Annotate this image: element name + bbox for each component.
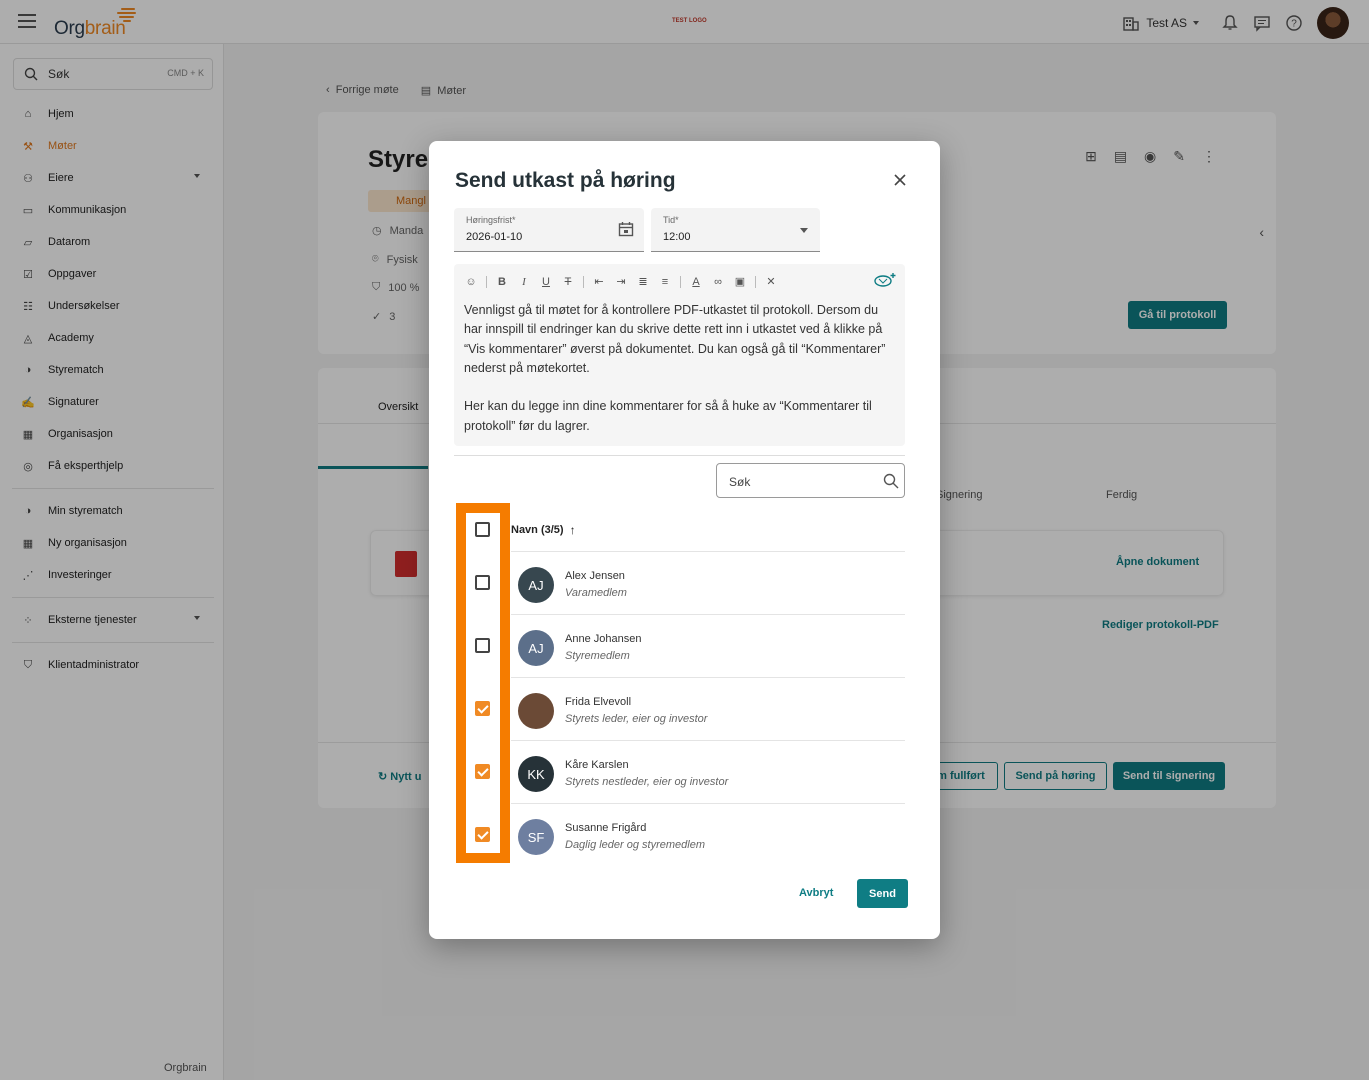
bullet-list-icon[interactable]: ≣ — [636, 275, 650, 289]
recipient-role: Styremedlem — [565, 650, 630, 662]
row-divider — [511, 803, 905, 804]
recipient-role: Styrets leder, eier og investor — [565, 713, 708, 725]
message-body: Vennligst gå til møtet for å kontrollere… — [464, 301, 899, 455]
message-paragraph-2: Her kan du legge inn dine kommentarer fo… — [464, 399, 872, 433]
underline-icon[interactable]: U — [539, 275, 553, 289]
recipient-name: Anne Johansen — [565, 633, 642, 645]
editor-toolbar: ☺ B I U T ⇤ ⇥ ≣ ≡ A ∞ ▣ ✕ — [464, 274, 778, 290]
deadline-field[interactable]: Høringsfrist* 2026-01-10 — [454, 208, 644, 252]
name-column-label: Navn (3/5) — [511, 524, 564, 536]
sort-up-icon: ↑ — [569, 523, 576, 537]
indent-icon[interactable]: ⇥ — [614, 275, 628, 289]
recipient-row[interactable]: KK Kåre Karslen Styrets nestleder, eier og… — [518, 756, 898, 796]
deadline-label: Høringsfrist* — [466, 215, 516, 225]
cancel-button[interactable]: Avbryt — [799, 887, 833, 899]
recipient-name: Frida Elvevoll — [565, 696, 632, 708]
recipient-checkbox[interactable] — [475, 827, 490, 842]
dialog-title: Send utkast på høring — [455, 169, 676, 192]
recipient-role: Varamedlem — [565, 587, 627, 599]
bold-icon[interactable]: B — [495, 275, 509, 289]
recipient-role: Styrets nestleder, eier og investor — [565, 776, 729, 788]
recipient-row[interactable]: Frida Elvevoll Styrets leder, eier og inv… — [518, 693, 898, 733]
recipient-row[interactable]: SF Susanne Frigård Daglig leder og styreme… — [518, 819, 898, 859]
link-icon[interactable]: ∞ — [711, 275, 725, 289]
recipient-name: Alex Jensen — [565, 570, 625, 582]
recipient-name: Kåre Karslen — [565, 759, 629, 771]
strikethrough-icon[interactable]: T — [561, 275, 575, 289]
select-all-checkbox[interactable] — [475, 522, 490, 537]
avatar: AJ — [518, 630, 554, 666]
recipient-checkbox[interactable] — [475, 638, 490, 653]
time-value: 12:00 — [663, 231, 691, 243]
send-button[interactable]: Send — [857, 879, 908, 908]
outdent-icon[interactable]: ⇤ — [592, 275, 606, 289]
numbered-list-icon[interactable]: ≡ — [658, 275, 672, 289]
recipient-search-placeholder: Søk — [729, 475, 751, 489]
time-select[interactable]: Tid* 12:00 — [651, 208, 820, 252]
ai-brain-icon[interactable] — [873, 272, 897, 288]
recipient-checkbox[interactable] — [475, 575, 490, 590]
recipient-search-input[interactable]: Søk — [716, 463, 905, 498]
close-icon[interactable] — [891, 171, 909, 189]
recipient-row[interactable]: AJ Anne Johansen Styremedlem — [518, 630, 898, 670]
avatar — [518, 693, 554, 729]
row-divider — [511, 740, 905, 741]
message-paragraph-1: Vennligst gå til møtet for å kontrollere… — [464, 303, 886, 375]
editor-divider — [454, 455, 905, 456]
message-editor[interactable]: ☺ B I U T ⇤ ⇥ ≣ ≡ A ∞ ▣ ✕ Vennligst gå t… — [454, 264, 905, 446]
row-divider — [511, 614, 905, 615]
deadline-value: 2026-01-10 — [466, 231, 523, 243]
image-icon[interactable]: ▣ — [733, 275, 747, 289]
search-icon — [883, 473, 899, 489]
time-label: Tid* — [663, 215, 679, 225]
clear-format-icon[interactable]: ✕ — [764, 275, 778, 289]
emoji-icon[interactable]: ☺ — [464, 275, 478, 289]
recipient-row[interactable]: AJ Alex Jensen Varamedlem — [518, 567, 898, 607]
recipient-checkbox[interactable] — [475, 764, 490, 779]
row-divider — [511, 551, 905, 552]
calendar-icon[interactable] — [618, 221, 634, 237]
recipient-name: Susanne Frigård — [565, 822, 647, 834]
avatar: SF — [518, 819, 554, 855]
recipient-checkbox[interactable] — [475, 701, 490, 716]
avatar: KK — [518, 756, 554, 792]
italic-icon[interactable]: I — [517, 275, 531, 289]
name-column-header[interactable]: Navn (3/5) ↑ — [511, 523, 576, 537]
recipient-role: Daglig leder og styremedlem — [565, 839, 706, 851]
text-color-icon[interactable]: A — [689, 275, 703, 289]
checkbox-highlight-fill — [466, 513, 500, 853]
avatar: AJ — [518, 567, 554, 603]
row-divider — [511, 677, 905, 678]
dropdown-arrow-icon — [800, 228, 808, 233]
